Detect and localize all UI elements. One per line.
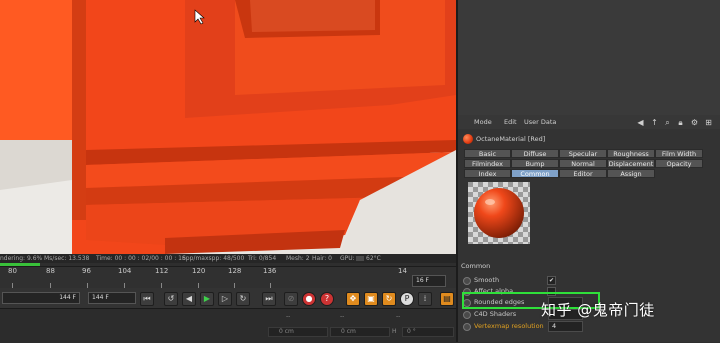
material-icon (463, 134, 473, 144)
new-panel-icon[interactable]: ⊞ (704, 118, 713, 127)
record-icon[interactable]: ● (302, 292, 316, 306)
menu-edit[interactable]: Edit (504, 118, 517, 126)
object-manager-panel (456, 0, 720, 115)
play-back-icon[interactable]: ◀ (182, 292, 196, 306)
scale-key-icon[interactable]: ▣ (364, 292, 378, 306)
coord-dash: -- (340, 313, 345, 320)
prop-label: Smooth (474, 276, 500, 284)
play-icon[interactable]: ▶ (200, 292, 214, 306)
current-frame-field[interactable]: 16 F (412, 275, 446, 287)
record-disabled-icon[interactable]: ⊘ (284, 292, 298, 306)
watermark-text: 知乎 @鬼帝门徒 (541, 301, 655, 319)
prop-label: Vertexmap resolution (474, 322, 544, 330)
prop-label: C4D Shaders (474, 310, 517, 318)
timeline-ruler[interactable]: 80 88 96 104 112 120 128 136 14 16 F (0, 266, 456, 289)
section-header-common: Common (461, 262, 491, 270)
rotate-key-icon[interactable]: ↻ (382, 292, 396, 306)
triangles-text: Tri: 0/854 (248, 255, 277, 262)
material-preview[interactable] (468, 182, 530, 244)
attribute-menubar: Mode Edit User Data ◀ ↑ ⌕ 🔒︎ ⚙ ⊞ (456, 115, 720, 130)
next-frame-icon[interactable]: ▷ (218, 292, 232, 306)
render-viewport[interactable] (0, 0, 456, 254)
tab-diffuse[interactable]: Diffuse (511, 149, 559, 158)
smooth-checkbox[interactable]: ✔ (547, 276, 556, 285)
rendering-progress-text: ndering: 9.6% (0, 255, 43, 262)
menu-user-data[interactable]: User Data (524, 118, 556, 126)
settings-icon[interactable]: ⚙ (690, 118, 699, 127)
coordinates-panel: -- -- -- 0 cm 0 cm H 0 ° (0, 308, 456, 343)
back-arrow-icon[interactable]: ◀ (636, 118, 645, 127)
next-key-icon[interactable]: ↻ (236, 292, 250, 306)
mesh-count-text: Mesh: 2 (286, 255, 310, 262)
lock-icon[interactable]: 🔒︎ (676, 118, 685, 127)
tick-label: 14 (398, 267, 407, 275)
tab-editor[interactable]: Editor (559, 169, 607, 178)
tick-label: 128 (228, 267, 242, 275)
tab-specular[interactable]: Specular (559, 149, 607, 158)
tab-bump[interactable]: Bump (511, 159, 559, 168)
x-position-field[interactable]: 0 cm (268, 327, 328, 337)
tab-assign[interactable]: Assign (607, 169, 655, 178)
ms-per-sec-text: Ms/sec: 13.538 (44, 255, 90, 262)
tab-common[interactable]: Common (511, 169, 559, 178)
coord-dash: -- (396, 313, 401, 320)
move-key-icon[interactable]: ✥ (346, 292, 360, 306)
autokey-icon[interactable]: ? (320, 292, 334, 306)
tick-label: 88 (46, 267, 55, 275)
gpu-label: GPU: (340, 255, 355, 262)
menu-mode[interactable]: Mode (474, 118, 492, 126)
search-icon[interactable]: ⌕ (663, 118, 672, 127)
gpu-temperature-text: 62°C (366, 255, 381, 262)
hair-count-text: Hair: 0 (312, 255, 332, 262)
samples-text: Spp/maxspp: 48/500 (182, 255, 245, 262)
coord-dash: -- (286, 313, 291, 320)
tab-index[interactable]: Index (464, 169, 511, 178)
prev-key-icon[interactable]: ↺ (164, 292, 178, 306)
go-start-icon[interactable]: ⏮ (140, 292, 154, 306)
tick-label: 136 (263, 267, 277, 275)
tick-label: 80 (8, 267, 17, 275)
transport-bar: 144 F 144 F ⏮ ↺ ◀ ▶ ▷ ↻ ⏭ ⊘ ● ? ✥ ▣ ↻ P … (0, 288, 456, 308)
gpu-meter (356, 256, 364, 261)
go-end-icon[interactable]: ⏭ (262, 292, 276, 306)
y-position-field[interactable]: 0 cm (330, 327, 390, 337)
render-time-text: Time: 00 : 00 : 02/00 : 00 : 16 (96, 255, 186, 262)
tick-label: 104 (118, 267, 132, 275)
grid-key-icon[interactable]: ⁞ (418, 292, 432, 306)
param-key-icon[interactable]: P (400, 292, 414, 306)
start-frame-field[interactable]: 144 F (2, 292, 80, 304)
end-frame-field[interactable]: 144 F (88, 292, 136, 304)
render-status-bar: ndering: 9.6% Ms/sec: 13.538 Time: 00 : … (0, 254, 456, 263)
tab-roughness[interactable]: Roughness (607, 149, 655, 158)
tab-filmindex[interactable]: Filmindex (464, 159, 511, 168)
tab-displacement[interactable]: Displacement (607, 159, 655, 168)
material-title: OctaneMaterial [Red] (476, 135, 546, 143)
material-preview-image (468, 182, 530, 244)
h-rotation-field[interactable]: 0 ° (402, 327, 454, 337)
tab-film-width[interactable]: Film Width (655, 149, 703, 158)
h-rotation-label: H (392, 328, 397, 335)
vertexmap-resolution-field[interactable]: 4 (548, 321, 583, 332)
animation-dot[interactable] (463, 277, 471, 285)
tick-label: 112 (155, 267, 169, 275)
tab-basic[interactable]: Basic (464, 149, 511, 158)
up-arrow-icon[interactable]: ↑ (650, 118, 659, 127)
film-icon[interactable]: ▤ (440, 292, 454, 306)
tick-label: 96 (82, 267, 91, 275)
tab-opacity[interactable]: Opacity (655, 159, 703, 168)
animation-dot[interactable] (463, 323, 471, 331)
tick-label: 120 (192, 267, 206, 275)
animation-dot[interactable] (463, 311, 471, 319)
render-image (0, 0, 456, 254)
tab-normal[interactable]: Normal (559, 159, 607, 168)
